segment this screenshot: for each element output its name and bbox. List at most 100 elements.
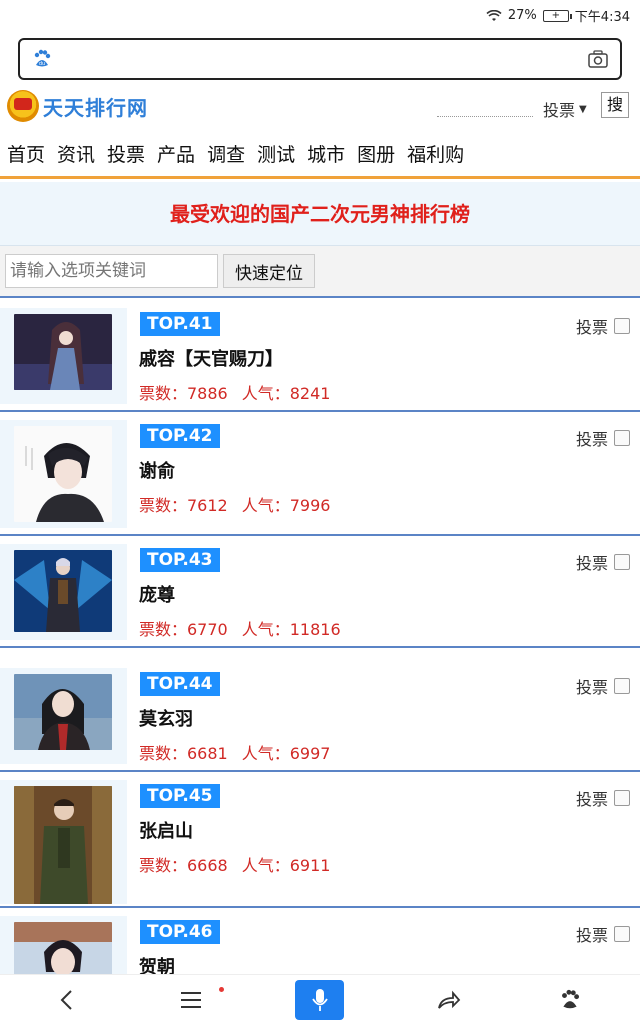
search-type-select[interactable]: 投票 ▼ — [543, 97, 587, 121]
baidu-paw-icon: du — [34, 49, 51, 67]
vote-label: 投票 — [575, 926, 608, 945]
dropdown-arrow-icon: ▼ — [579, 104, 587, 115]
thumbnail-frame — [0, 780, 127, 904]
nav-item-vote[interactable]: 投票 — [107, 140, 145, 167]
site-header: 天天排行网 投票 ▼ 搜 — [0, 88, 640, 128]
character-thumbnail[interactable] — [14, 786, 112, 904]
clock: 下午4:34 — [574, 10, 630, 25]
character-thumbnail[interactable] — [14, 426, 112, 522]
nav-item-products[interactable]: 产品 — [157, 140, 195, 167]
item-name[interactable]: 戚容【天官赐刀】 — [139, 345, 283, 371]
item-name[interactable]: 莫玄羽 — [139, 705, 193, 731]
page-title: 最受欢迎的国产二次元男神排行榜 — [0, 182, 640, 246]
nav-item-gallery[interactable]: 图册 — [357, 140, 395, 167]
rank-badge: TOP.44 — [140, 672, 220, 696]
popularity: 人气：6997 — [241, 744, 331, 763]
popularity: 人气：11816 — [241, 620, 341, 639]
thumbnail-frame — [0, 420, 127, 528]
character-thumbnail[interactable] — [14, 674, 112, 750]
item-stats: 票数：6681 人气：6997 — [139, 740, 330, 764]
site-search-input[interactable] — [437, 116, 533, 117]
baidu-home-icon[interactable] — [555, 985, 585, 1015]
thumbnail-frame — [0, 668, 127, 764]
item-stats: 票数：7886 人气：8241 — [139, 380, 330, 404]
share-icon[interactable] — [434, 985, 464, 1015]
ranking-list: TOP.41 戚容【天官赐刀】 票数：7886 人气：8241 投票 TOP.42… — [0, 300, 640, 1020]
vote-control[interactable]: 投票 — [576, 674, 630, 698]
rank-badge: TOP.46 — [140, 920, 220, 944]
vote-label: 投票 — [575, 678, 608, 697]
character-thumbnail[interactable] — [14, 550, 112, 632]
status-bar: 27% + 下午4:34 — [0, 0, 640, 30]
vote-checkbox[interactable] — [614, 430, 630, 446]
item-name[interactable]: 谢俞 — [139, 457, 175, 483]
item-name[interactable]: 张启山 — [139, 817, 193, 843]
vote-label: 投票 — [575, 554, 608, 573]
notification-dot — [219, 987, 224, 992]
list-item[interactable]: TOP.41 戚容【天官赐刀】 票数：7886 人气：8241 投票 — [0, 300, 640, 412]
nav-item-shop[interactable]: 福利购 — [407, 140, 464, 167]
browser-search-box[interactable]: du — [18, 38, 622, 80]
item-name[interactable]: 庞尊 — [139, 581, 175, 607]
vote-control[interactable]: 投票 — [576, 786, 630, 810]
rank-badge: TOP.43 — [140, 548, 220, 572]
logo-emblem-icon — [7, 90, 39, 122]
microphone-icon — [311, 989, 328, 1011]
thumbnail-frame — [0, 544, 127, 640]
nav-item-city[interactable]: 城市 — [307, 140, 345, 167]
vote-checkbox[interactable] — [614, 678, 630, 694]
vote-count: 票数：6681 — [139, 744, 228, 763]
browser-bottom-bar — [0, 974, 640, 1024]
battery-icon: + — [542, 9, 572, 22]
vote-control[interactable]: 投票 — [576, 426, 630, 450]
vote-control[interactable]: 投票 — [576, 922, 630, 946]
character-thumbnail[interactable] — [14, 314, 112, 390]
thumbnail-frame — [0, 308, 127, 404]
menu-icon[interactable] — [176, 985, 206, 1015]
item-stats: 票数：6770 人气：11816 — [139, 616, 341, 640]
vote-count: 票数：6668 — [139, 856, 228, 875]
filter-bar: 快速定位 — [0, 246, 640, 298]
quick-locate-button[interactable]: 快速定位 — [223, 254, 315, 288]
nav-item-home[interactable]: 首页 — [7, 140, 45, 167]
search-type-label: 投票 — [543, 101, 576, 120]
rank-badge: TOP.45 — [140, 784, 220, 808]
vote-checkbox[interactable] — [614, 318, 630, 334]
site-search-button[interactable]: 搜 — [601, 92, 629, 118]
main-nav: 首页 资讯 投票 产品 调查 测试 城市 图册 福利购 — [7, 140, 476, 167]
vote-count: 票数：6770 — [139, 620, 228, 639]
vote-control[interactable]: 投票 — [576, 314, 630, 338]
logo-text: 天天排行网 — [43, 95, 148, 120]
vote-label: 投票 — [575, 318, 608, 337]
vote-label: 投票 — [575, 430, 608, 449]
vote-checkbox[interactable] — [614, 926, 630, 942]
vote-checkbox[interactable] — [614, 554, 630, 570]
popularity: 人气：8241 — [241, 384, 331, 403]
wifi-icon — [486, 9, 502, 21]
svg-text:du: du — [39, 61, 45, 67]
voice-search-button[interactable] — [295, 980, 344, 1020]
list-item[interactable]: TOP.43 庞尊 票数：6770 人气：11816 投票 — [0, 536, 640, 648]
keyword-input[interactable] — [5, 254, 218, 288]
rank-badge: TOP.42 — [140, 424, 220, 448]
list-item[interactable]: TOP.44 莫玄羽 票数：6681 人气：6997 投票 — [0, 660, 640, 772]
rank-badge: TOP.41 — [140, 312, 220, 336]
list-item[interactable]: TOP.42 谢俞 票数：7612 人气：7996 投票 — [0, 412, 640, 536]
camera-icon[interactable] — [588, 50, 608, 68]
vote-label: 投票 — [575, 790, 608, 809]
nav-item-news[interactable]: 资讯 — [57, 140, 95, 167]
vote-count: 票数：7612 — [139, 496, 228, 515]
nav-item-test[interactable]: 测试 — [257, 140, 295, 167]
popularity: 人气：7996 — [241, 496, 331, 515]
nav-divider — [0, 176, 640, 179]
vote-checkbox[interactable] — [614, 790, 630, 806]
popularity: 人气：6911 — [241, 856, 331, 875]
list-item[interactable]: TOP.45 张启山 票数：6668 人气：6911 投票 — [0, 772, 640, 908]
vote-count: 票数：7886 — [139, 384, 228, 403]
nav-item-survey[interactable]: 调查 — [207, 140, 245, 167]
vote-control[interactable]: 投票 — [576, 550, 630, 574]
site-logo[interactable]: 天天排行网 — [7, 90, 148, 122]
back-icon[interactable] — [52, 985, 82, 1015]
item-stats: 票数：7612 人气：7996 — [139, 492, 330, 516]
